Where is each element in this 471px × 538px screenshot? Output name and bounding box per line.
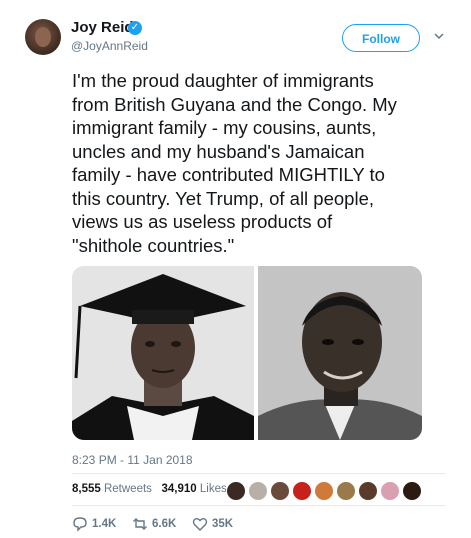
liker-avatar[interactable]	[226, 481, 246, 501]
chevron-down-svg	[434, 33, 444, 40]
reply-count: 1.4K	[92, 518, 117, 530]
follow-button[interactable]: Follow	[342, 24, 420, 52]
liker-avatar[interactable]	[270, 481, 290, 501]
avatar[interactable]	[25, 19, 61, 55]
author-handle[interactable]: @JoyAnnReid	[71, 39, 148, 53]
divider	[72, 505, 446, 506]
retweet-stat[interactable]: 8,555 Retweets	[72, 483, 152, 495]
author-name[interactable]: Joy Reid	[71, 19, 134, 37]
divider	[72, 473, 446, 474]
tweet-photo-graduate[interactable]	[72, 266, 254, 440]
tweet-timestamp[interactable]: 8:23 PM - 11 Jan 2018	[72, 453, 193, 467]
like-action[interactable]: 35K	[192, 516, 233, 532]
chevron-down-icon[interactable]	[432, 30, 446, 44]
verified-badge-icon: ✓	[128, 21, 142, 35]
liker-avatar[interactable]	[292, 481, 312, 501]
likes-count: 34,910	[161, 483, 197, 495]
tweet-card: Joy Reid ✓ @JoyAnnReid Follow I'm the pr…	[0, 0, 471, 538]
liker-avatar[interactable]	[358, 481, 378, 501]
liker-avatar[interactable]	[248, 481, 268, 501]
heart-icon	[192, 516, 208, 532]
man-portrait	[258, 266, 422, 440]
graduate-portrait	[72, 266, 254, 440]
retweet-icon	[132, 516, 148, 532]
retweets-count: 8,555	[72, 483, 101, 495]
liker-avatar[interactable]	[336, 481, 356, 501]
engagement-stats: 8,555 Retweets 34,910 Likes	[72, 483, 227, 495]
likes-stat[interactable]: 34,910 Likes	[162, 483, 227, 495]
likes-label: Likes	[199, 483, 227, 495]
reply-action[interactable]: 1.4K	[72, 516, 116, 532]
retweet-count: 6.6K	[152, 518, 177, 530]
liker-avatar[interactable]	[380, 481, 400, 501]
retweets-label: Retweets	[103, 483, 152, 495]
avatar-face	[35, 27, 51, 47]
retweet-action[interactable]: 6.6K	[132, 516, 176, 532]
liker-avatar[interactable]	[314, 481, 334, 501]
reply-icon	[72, 516, 88, 532]
like-count: 35K	[212, 518, 234, 530]
liker-avatar[interactable]	[402, 481, 422, 501]
tweet-text: I'm the proud daughter of immigrants fro…	[72, 70, 397, 256]
tweet-photo-man[interactable]	[258, 266, 422, 440]
